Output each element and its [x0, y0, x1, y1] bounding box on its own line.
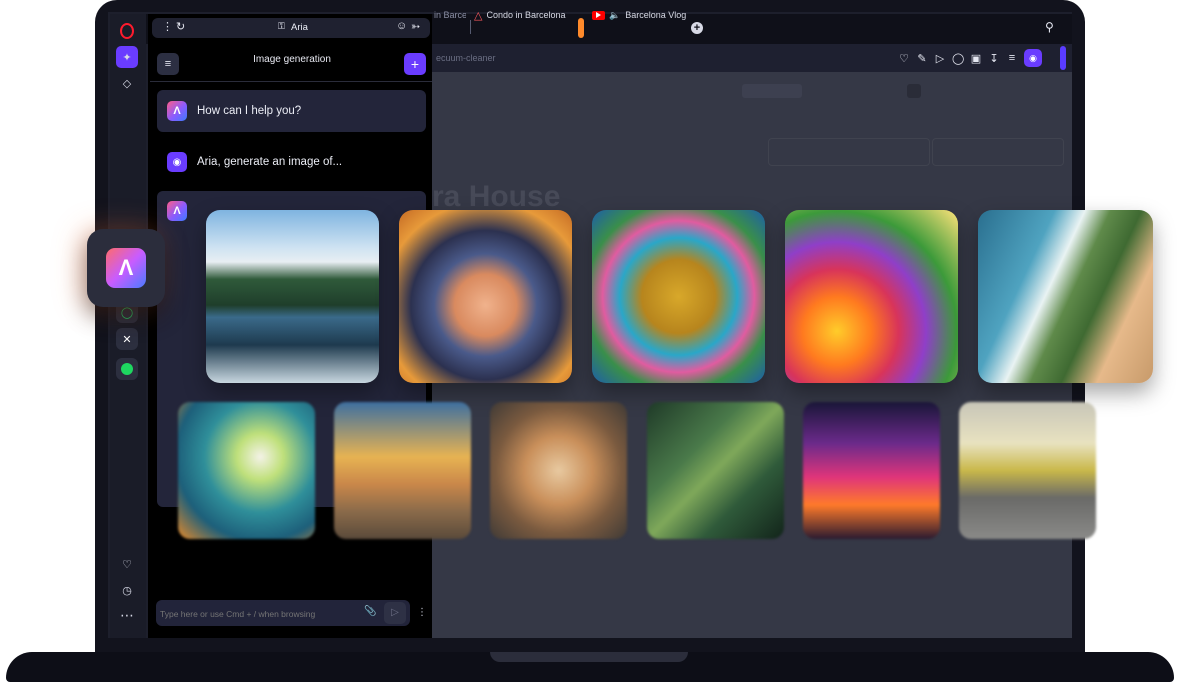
page-heading: ra House [432, 180, 561, 213]
generated-image-giraffe-birds[interactable] [592, 210, 765, 383]
generated-image-water-lilies[interactable] [178, 402, 315, 539]
send-icon[interactable]: ▷ [934, 52, 946, 65]
address-bar[interactable]: ecuum-cleaner [432, 48, 896, 68]
chat-input[interactable] [158, 603, 358, 625]
new-tab-plus-icon[interactable]: + [691, 22, 703, 34]
heart-icon[interactable]: ♡ [116, 553, 138, 575]
tab-label: in Barce [434, 10, 466, 20]
shield-icon[interactable]: ◯ [952, 52, 964, 65]
more-options-icon[interactable]: ⋯ [116, 604, 138, 626]
generated-image-coastline[interactable] [978, 210, 1153, 383]
toolbar-icons: ♡ ✎ ▷ ◯ ▣ ↧ ≡ ◉ [898, 48, 1042, 68]
emoji-icon[interactable]: ☺ [396, 20, 407, 32]
laptop-notch [490, 652, 688, 662]
opera-o-icon[interactable] [118, 22, 136, 40]
message-text: Aria, generate an image of... [197, 156, 343, 168]
lock-icon: ⚿ [278, 21, 285, 31]
tab-label: Condo in Barcelona [486, 10, 566, 20]
attachment-icon[interactable]: 📎 [364, 606, 376, 617]
more-vertical-icon[interactable]: ⋮ [162, 20, 173, 33]
aria-floating-badge: Λ [87, 229, 165, 307]
tab-island-orange[interactable] [578, 18, 584, 38]
generated-image-kitten[interactable] [490, 402, 627, 539]
aria-logo-icon: Λ [106, 248, 146, 288]
new-chat-button[interactable]: + [404, 53, 426, 75]
edit-icon[interactable]: ✎ [916, 52, 928, 65]
history-clock-icon[interactable]: ◷ [116, 579, 138, 601]
diamond-icon[interactable]: ◇ [116, 72, 138, 94]
search-icon[interactable]: ⚲ [1045, 20, 1054, 34]
panel-title: Image generation [253, 54, 331, 65]
airbnb-icon: △ [474, 9, 483, 22]
x-twitter-icon[interactable]: ✕ [116, 328, 138, 350]
more-vertical-icon[interactable]: ⋮ [417, 607, 427, 618]
chat-message-user: ◉ Aria, generate an image of... [157, 148, 426, 176]
generated-image-neon-city[interactable] [803, 402, 940, 539]
download-icon[interactable]: ↧ [988, 52, 1000, 65]
user-avatar-icon: ◉ [167, 152, 187, 172]
generated-image-city-dome[interactable] [334, 402, 471, 539]
message-text: How can I help you? [197, 105, 302, 117]
aria-logo-icon: Λ [167, 201, 187, 221]
pin-icon[interactable]: ➳ [411, 20, 420, 33]
aria-sidebar-button[interactable]: ✦ [116, 46, 138, 68]
send-button[interactable]: ▷ [384, 602, 406, 624]
page-field [932, 138, 1064, 166]
heart-icon[interactable]: ♡ [898, 52, 910, 65]
tab-condo[interactable]: △ Condo in Barcelona [474, 2, 570, 28]
page-nav-placeholder [742, 84, 802, 98]
reload-icon[interactable]: ↻ [176, 20, 185, 33]
opera-sidebar [110, 14, 146, 638]
generated-image-cubist-mural[interactable] [959, 402, 1096, 539]
tab-partial[interactable]: in Barce [434, 2, 466, 28]
panel-divider [150, 81, 432, 82]
generated-image-wildflowers[interactable] [785, 210, 958, 383]
generated-image-mountain-lake[interactable] [206, 210, 379, 383]
camera-icon[interactable]: ▣ [970, 52, 982, 65]
speaker-icon: 🔈 [609, 9, 621, 20]
generated-image-palm-leaf[interactable] [647, 402, 784, 539]
chat-message-aria: Λ How can I help you? [157, 90, 426, 132]
settings-sliders-icon[interactable]: ≡ [1006, 52, 1018, 64]
page-nav-icon [907, 84, 921, 98]
youtube-icon [592, 10, 605, 20]
aria-logo-icon: Λ [167, 101, 187, 121]
sidebar-toggle[interactable] [1060, 46, 1066, 70]
tab-youtube[interactable]: 🔈 Barcelona Vlog [592, 2, 692, 28]
profile-icon[interactable]: ◉ [1024, 49, 1042, 67]
tab-label: Barcelona Vlog [625, 10, 687, 20]
spotify-icon[interactable] [116, 358, 138, 380]
page-field [768, 138, 930, 166]
generated-image-anime-girl[interactable] [399, 210, 572, 383]
panel-site-title: Aria [291, 22, 308, 33]
tab-divider [470, 20, 471, 34]
